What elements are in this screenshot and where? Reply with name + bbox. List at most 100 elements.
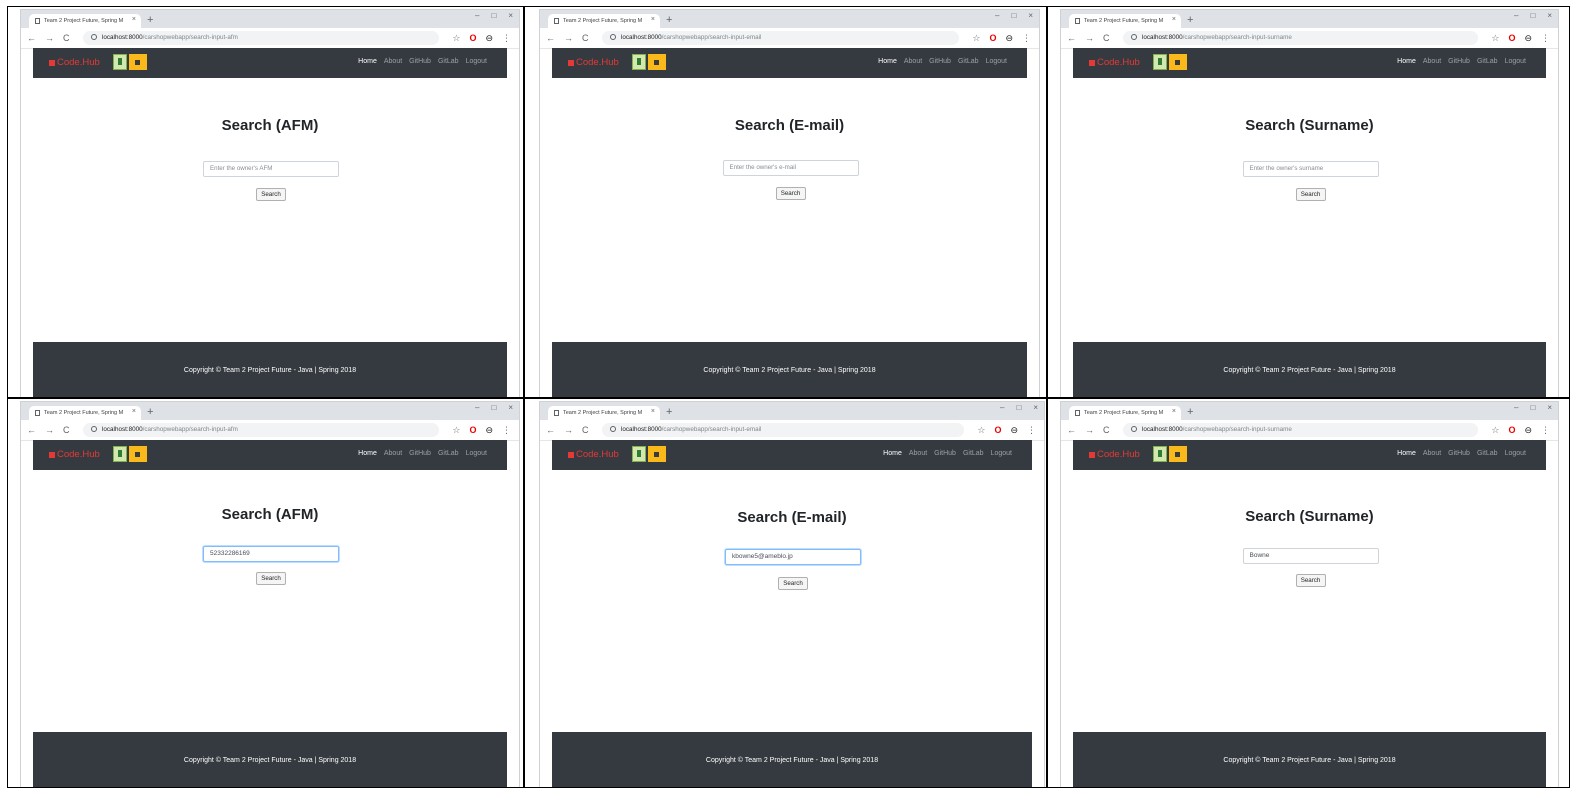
nav-link-github[interactable]: GitHub <box>409 450 431 457</box>
menu-dots-icon[interactable]: ⋮ <box>1541 31 1550 45</box>
back-icon[interactable]: ← <box>546 31 555 45</box>
nav-link-home[interactable]: Home <box>1397 58 1416 65</box>
browser-tab[interactable]: Team 2 Project Future, Spring M × <box>548 406 660 420</box>
back-icon[interactable]: ← <box>27 423 36 437</box>
nav-link-about[interactable]: About <box>384 58 402 65</box>
close-icon[interactable]: × <box>1028 11 1033 20</box>
nav-link-gitlab[interactable]: GitLab <box>963 450 984 457</box>
address-bar[interactable]: localhost:8000/carshopwebapp/search-inpu… <box>1123 423 1478 437</box>
address-bar[interactable]: localhost:8000/carshopwebapp/search-inpu… <box>602 31 959 45</box>
maximize-icon[interactable]: □ <box>1011 11 1016 20</box>
brand-link[interactable]: Code.Hub <box>1089 449 1140 460</box>
profile-icon[interactable]: ⊖ <box>485 31 493 45</box>
nav-link-gitlab[interactable]: GitLab <box>438 58 459 65</box>
brand-link[interactable]: Code.Hub <box>1089 57 1140 68</box>
close-icon[interactable]: × <box>1547 11 1552 20</box>
new-tab-icon[interactable]: + <box>147 405 153 419</box>
nav-link-github[interactable]: GitHub <box>929 58 951 65</box>
tab-close-icon[interactable]: × <box>1172 408 1176 415</box>
minimize-icon[interactable]: – <box>475 403 479 412</box>
nav-link-about[interactable]: About <box>904 58 922 65</box>
nav-link-home[interactable]: Home <box>883 450 902 457</box>
brand-link[interactable]: Code.Hub <box>568 57 619 68</box>
brand-link[interactable]: Code.Hub <box>568 449 619 460</box>
opera-icon[interactable]: O <box>989 31 996 45</box>
search-input[interactable]: Enter the owner's e-mail <box>722 160 859 176</box>
nav-link-github[interactable]: GitHub <box>934 450 956 457</box>
new-tab-icon[interactable]: + <box>666 405 672 419</box>
search-button[interactable]: Search <box>775 187 806 200</box>
close-icon[interactable]: × <box>1033 403 1038 412</box>
search-button[interactable]: Search <box>1295 188 1326 201</box>
address-bar[interactable]: localhost:8000/carshopwebapp/search-inpu… <box>602 423 964 437</box>
close-icon[interactable]: × <box>508 403 513 412</box>
nav-link-home[interactable]: Home <box>358 450 377 457</box>
nav-link-logout[interactable]: Logout <box>466 58 487 65</box>
bookmark-star-icon[interactable]: ☆ <box>977 423 985 437</box>
close-icon[interactable]: × <box>1547 403 1552 412</box>
nav-link-logout[interactable]: Logout <box>1505 450 1526 457</box>
reload-icon[interactable]: C <box>63 31 70 45</box>
search-input[interactable]: 52332286169 <box>203 546 339 562</box>
nav-link-logout[interactable]: Logout <box>1505 58 1526 65</box>
minimize-icon[interactable]: – <box>1514 403 1518 412</box>
forward-icon[interactable]: → <box>45 31 54 45</box>
bookmark-star-icon[interactable]: ☆ <box>452 31 460 45</box>
back-icon[interactable]: ← <box>1067 31 1076 45</box>
address-bar[interactable]: localhost:8000/carshopwebapp/search-inpu… <box>83 31 439 45</box>
maximize-icon[interactable]: □ <box>1530 403 1535 412</box>
nav-link-about[interactable]: About <box>1423 58 1441 65</box>
back-icon[interactable]: ← <box>546 423 555 437</box>
opera-icon[interactable]: O <box>469 31 476 45</box>
nav-link-about[interactable]: About <box>909 450 927 457</box>
browser-tab[interactable]: Team 2 Project Future, Spring M × <box>29 406 141 420</box>
minimize-icon[interactable]: – <box>995 11 999 20</box>
new-tab-icon[interactable]: + <box>147 13 153 27</box>
opera-icon[interactable]: O <box>994 423 1001 437</box>
search-input[interactable]: Bowne <box>1242 548 1379 564</box>
tab-close-icon[interactable]: × <box>132 16 136 23</box>
menu-dots-icon[interactable]: ⋮ <box>502 423 511 437</box>
bookmark-star-icon[interactable]: ☆ <box>1491 423 1499 437</box>
nav-link-github[interactable]: GitHub <box>409 58 431 65</box>
search-button[interactable]: Search <box>256 572 286 585</box>
address-bar[interactable]: localhost:8000/carshopwebapp/search-inpu… <box>1123 31 1478 45</box>
browser-tab[interactable]: Team 2 Project Future, Spring M × <box>1069 14 1181 28</box>
search-input[interactable]: Enter the owner's surname <box>1242 161 1379 177</box>
browser-tab[interactable]: Team 2 Project Future, Spring M × <box>29 14 141 28</box>
forward-icon[interactable]: → <box>1085 423 1094 437</box>
reload-icon[interactable]: C <box>1103 423 1110 437</box>
brand-link[interactable]: Code.Hub <box>49 57 100 68</box>
reload-icon[interactable]: C <box>582 31 589 45</box>
maximize-icon[interactable]: □ <box>1530 11 1535 20</box>
brand-link[interactable]: Code.Hub <box>49 449 100 460</box>
nav-link-logout[interactable]: Logout <box>986 58 1007 65</box>
maximize-icon[interactable]: □ <box>491 403 496 412</box>
reload-icon[interactable]: C <box>1103 31 1110 45</box>
tab-close-icon[interactable]: × <box>132 408 136 415</box>
profile-icon[interactable]: ⊖ <box>1524 31 1532 45</box>
opera-icon[interactable]: O <box>1508 423 1515 437</box>
nav-link-gitlab[interactable]: GitLab <box>1477 450 1498 457</box>
profile-icon[interactable]: ⊖ <box>485 423 493 437</box>
browser-tab[interactable]: Team 2 Project Future, Spring M × <box>548 14 660 28</box>
nav-link-about[interactable]: About <box>384 450 402 457</box>
search-button[interactable]: Search <box>778 577 808 590</box>
maximize-icon[interactable]: □ <box>491 11 496 20</box>
bookmark-star-icon[interactable]: ☆ <box>972 31 980 45</box>
nav-link-logout[interactable]: Logout <box>466 450 487 457</box>
minimize-icon[interactable]: – <box>475 11 479 20</box>
tab-close-icon[interactable]: × <box>651 16 655 23</box>
back-icon[interactable]: ← <box>27 31 36 45</box>
profile-icon[interactable]: ⊖ <box>1005 31 1013 45</box>
nav-link-about[interactable]: About <box>1423 450 1441 457</box>
search-input[interactable]: kbowne5@ameblo.jp <box>725 549 861 565</box>
reload-icon[interactable]: C <box>582 423 589 437</box>
forward-icon[interactable]: → <box>1085 31 1094 45</box>
back-icon[interactable]: ← <box>1067 423 1076 437</box>
nav-link-home[interactable]: Home <box>1397 450 1416 457</box>
opera-icon[interactable]: O <box>1508 31 1515 45</box>
tab-close-icon[interactable]: × <box>1172 16 1176 23</box>
search-button[interactable]: Search <box>1295 574 1326 587</box>
nav-link-logout[interactable]: Logout <box>991 450 1012 457</box>
